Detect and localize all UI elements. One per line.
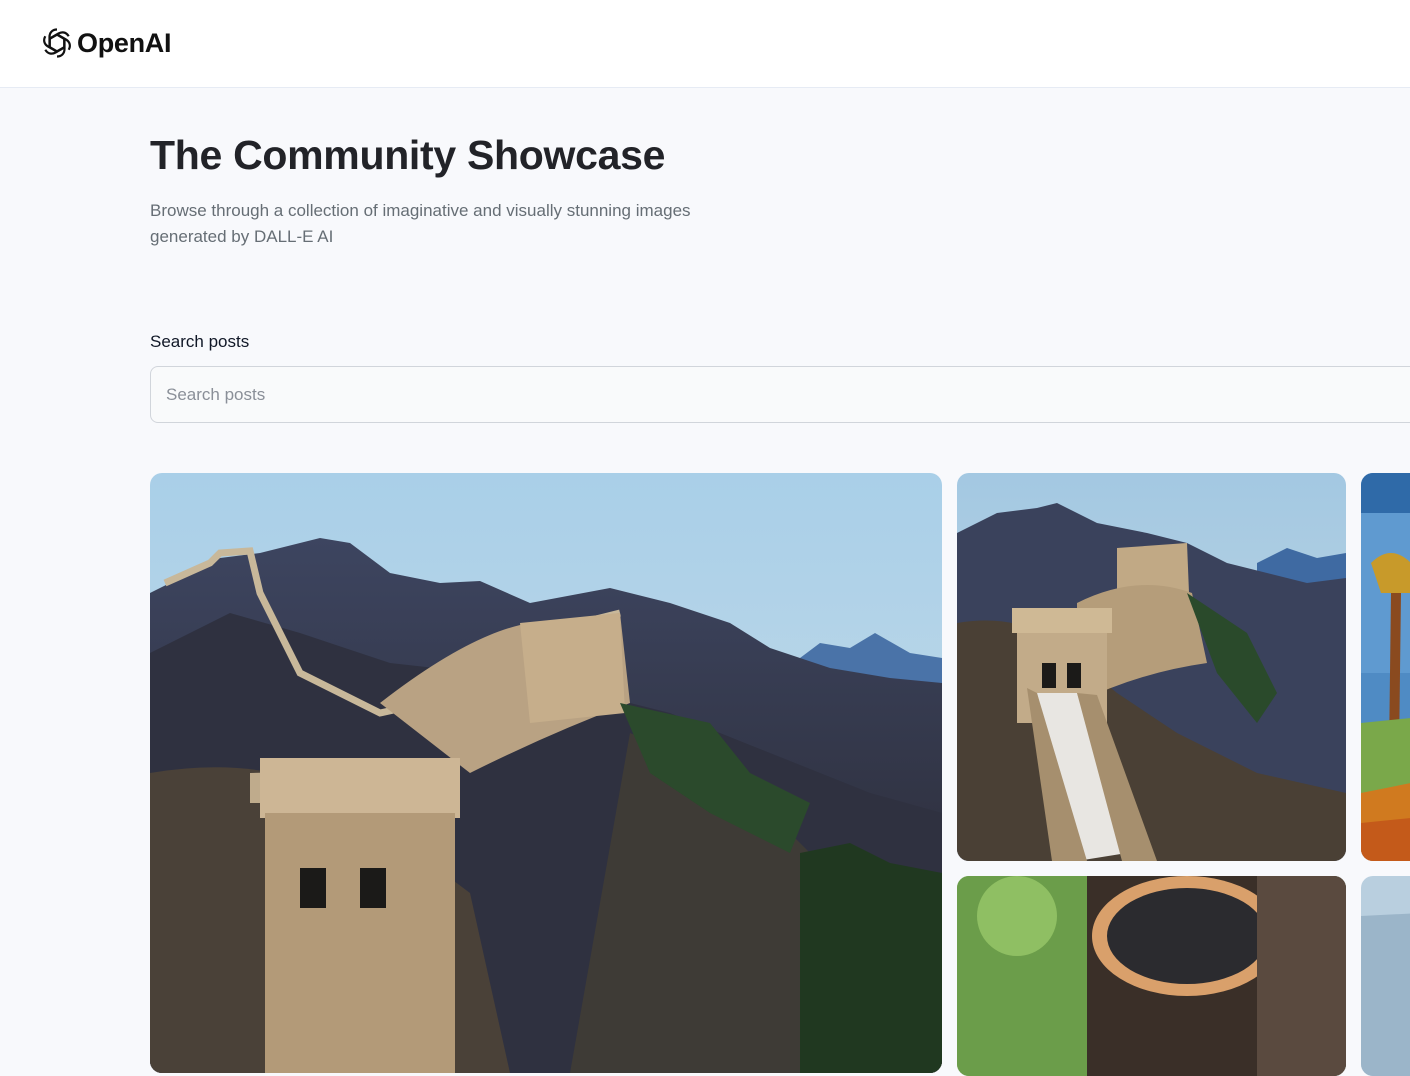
sunglasses-image [957, 876, 1346, 1076]
tree-painting-image [1361, 473, 1410, 861]
great-wall-image [150, 473, 942, 1073]
gallery-card-person-sunglasses[interactable] [957, 876, 1346, 1076]
search-label: Search posts [150, 332, 250, 351]
landscape-image [1361, 876, 1410, 1076]
gallery-card-tree-painting[interactable] [1361, 473, 1410, 861]
page-subtitle: Browse through a collection of imaginati… [150, 201, 691, 246]
gallery-card-great-wall-mountains[interactable] [150, 473, 942, 1073]
page-title: The Community Showcase [150, 132, 666, 178]
logo-text: OpenAI [77, 27, 172, 58]
image-gallery [150, 473, 1410, 1076]
site-header: OpenAI [0, 0, 1410, 88]
openai-logo-link[interactable]: OpenAI [40, 25, 172, 61]
main-content: The Community Showcase Browse through a … [150, 88, 1410, 1076]
search-input[interactable] [150, 366, 1410, 423]
openai-logo-icon [40, 28, 74, 58]
gallery-card-landscape[interactable] [1361, 876, 1410, 1076]
great-wall-tower-image [957, 473, 1346, 861]
gallery-card-great-wall-watchtower[interactable] [957, 473, 1346, 861]
